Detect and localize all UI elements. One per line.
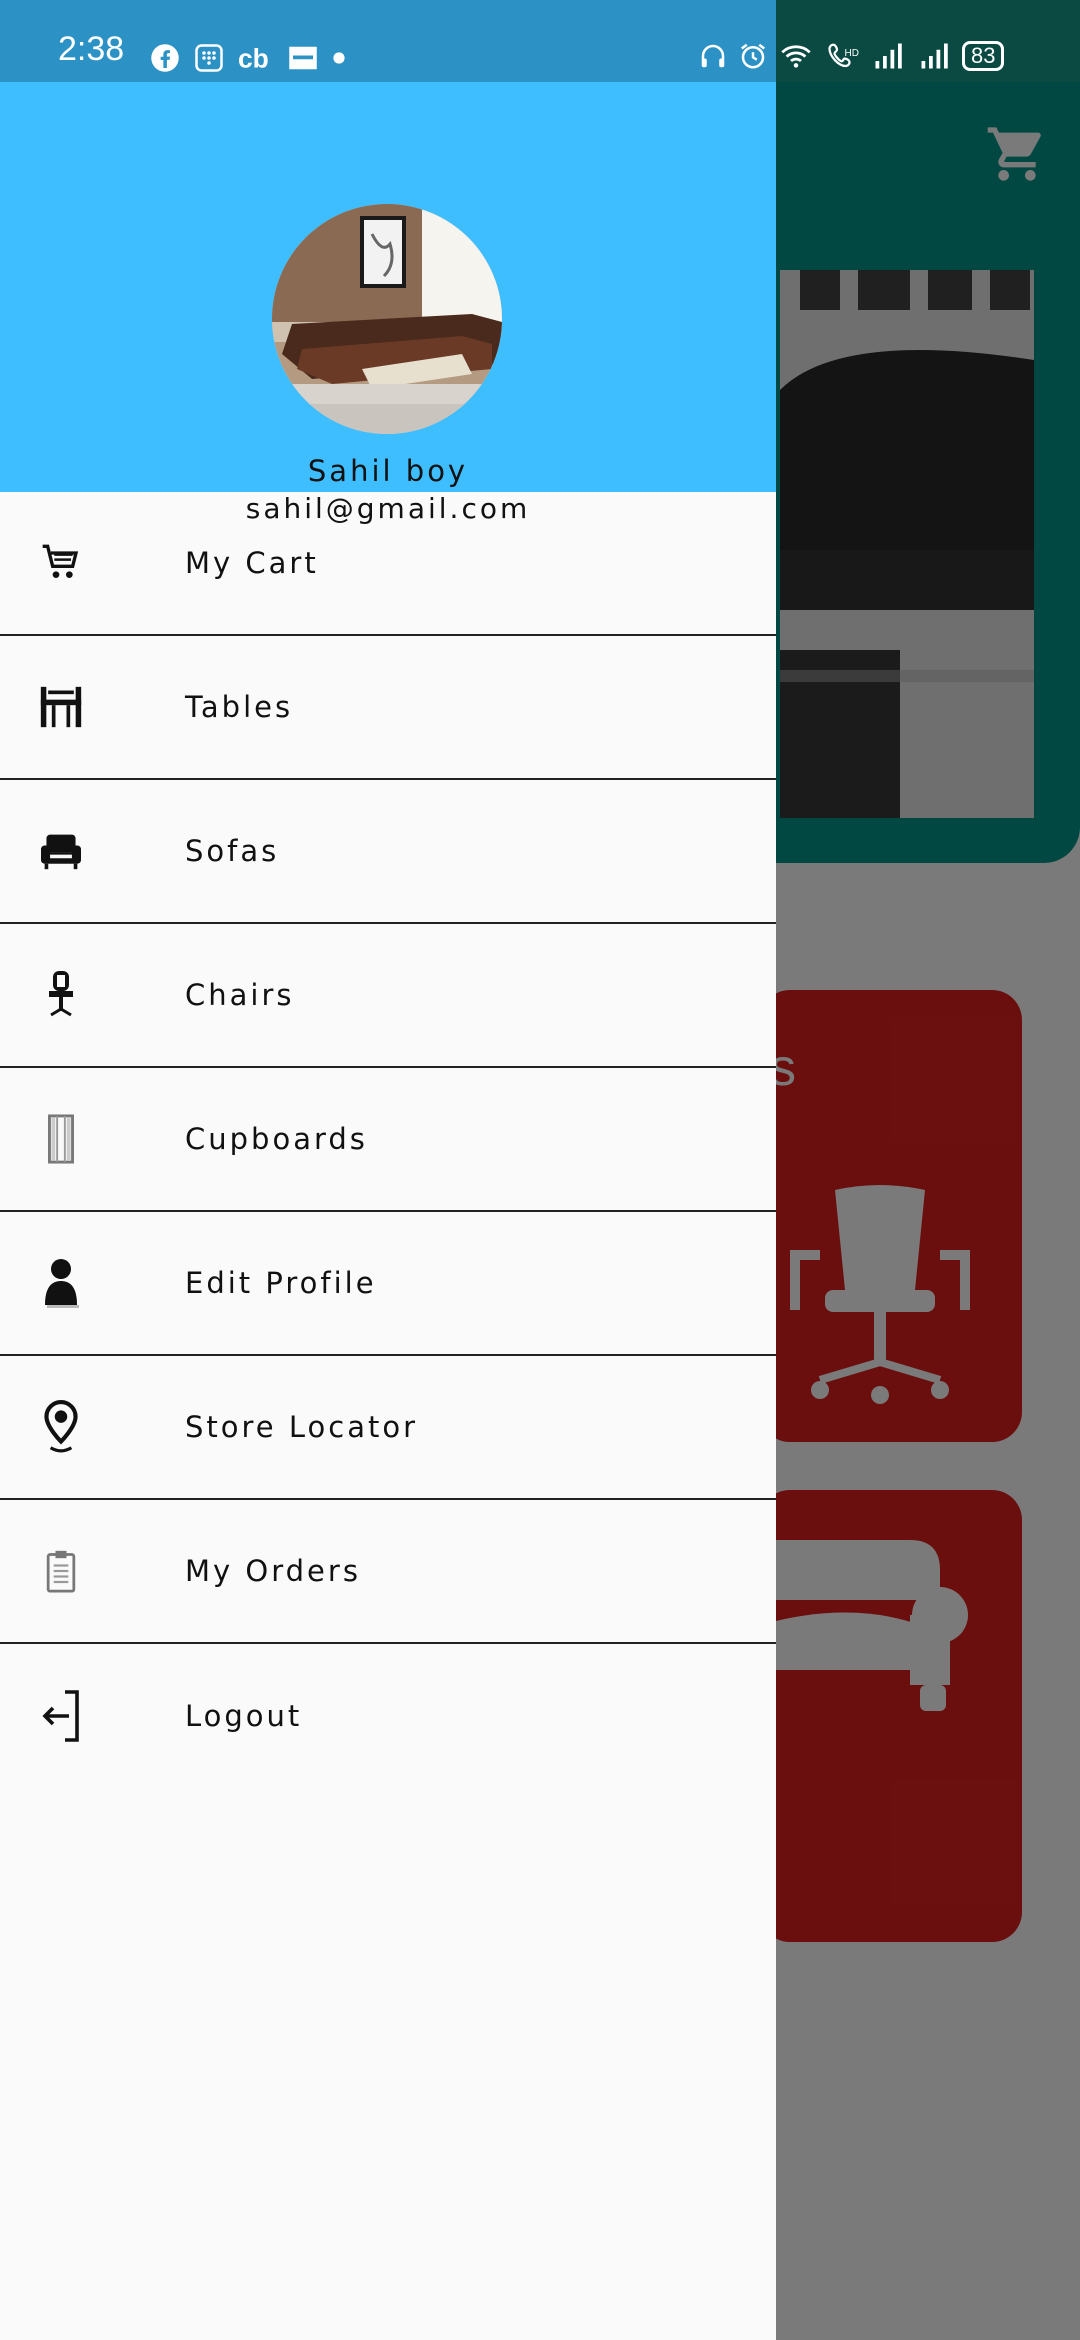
chair-icon	[36, 970, 86, 1020]
cb-icon: cb	[238, 44, 269, 73]
battery-level: 83	[962, 41, 1005, 71]
logout-icon	[36, 1690, 86, 1742]
menu-item-store-locator[interactable]: Store Locator	[0, 1356, 776, 1500]
menu-item-label: Chairs	[185, 978, 295, 1012]
menu-item-edit-profile[interactable]: Edit Profile	[0, 1212, 776, 1356]
menu-item-label: My Orders	[185, 1554, 361, 1588]
status-time: 2:38	[58, 30, 125, 68]
table-icon	[36, 682, 86, 732]
profile-avatar[interactable]	[272, 204, 502, 434]
sofa-icon	[36, 826, 86, 876]
status-bar: 2:38 cb HD 83	[0, 0, 1080, 82]
zomato-icon	[289, 46, 317, 70]
menu-item-chairs[interactable]: Chairs	[0, 924, 776, 1068]
menu-item-logout[interactable]: Logout	[0, 1644, 776, 1788]
menu-item-my-cart[interactable]: My Cart	[0, 492, 776, 636]
menu-item-label: Store Locator	[185, 1410, 419, 1444]
menu-item-sofas[interactable]: Sofas	[0, 780, 776, 924]
alarm-icon	[741, 43, 765, 69]
menu-item-cupboards[interactable]: Cupboards	[0, 1068, 776, 1212]
location-pin-icon	[36, 1400, 86, 1453]
facebook-icon	[151, 44, 179, 72]
menu-item-tables[interactable]: Tables	[0, 636, 776, 780]
navigation-drawer: Sahil boy sahil@gmail.com My Cart Tables…	[0, 0, 776, 2340]
drawer-header: Sahil boy sahil@gmail.com	[0, 82, 776, 525]
menu-item-label: Sofas	[185, 834, 280, 868]
svg-text:HD: HD	[845, 48, 859, 59]
clipboard-icon	[36, 1546, 86, 1596]
cupboard-icon	[36, 1114, 86, 1164]
menu-item-label: Logout	[185, 1699, 303, 1733]
menu-item-label: Tables	[185, 690, 294, 724]
system-icons: HD 83	[698, 36, 1005, 76]
dot-icon	[333, 52, 345, 64]
menu-item-my-orders[interactable]: My Orders	[0, 1500, 776, 1644]
wifi-icon	[781, 45, 811, 68]
signal-icon	[921, 43, 948, 69]
drawer-menu: My Cart Tables Sofas Chairs Cupboards Ed…	[0, 492, 776, 1788]
living-room-photo	[272, 204, 502, 434]
menu-item-label: My Cart	[185, 546, 319, 580]
menu-item-label: Cupboards	[185, 1122, 368, 1156]
person-icon	[36, 1258, 86, 1308]
signal-icon	[875, 43, 902, 69]
dialpad-icon	[195, 44, 223, 72]
menu-item-label: Edit Profile	[185, 1266, 377, 1300]
wifi-calling-icon: HD	[828, 43, 859, 68]
svg-text:cb: cb	[238, 44, 269, 73]
notification-icons: cb	[150, 40, 346, 76]
headset-icon	[701, 44, 725, 68]
cart-icon	[36, 538, 86, 588]
user-name: Sahil boy	[307, 454, 469, 488]
